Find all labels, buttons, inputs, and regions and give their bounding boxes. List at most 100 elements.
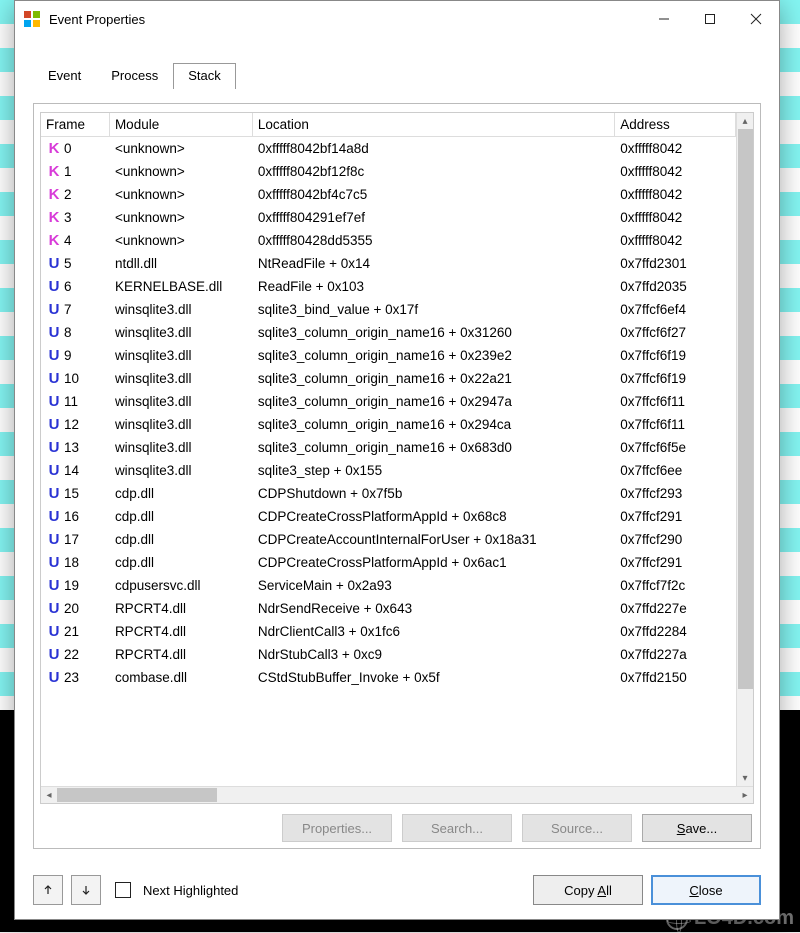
vscroll-thumb[interactable]: [738, 129, 753, 689]
frame-number: 2: [64, 187, 72, 202]
cell-module: winsqlite3.dll: [109, 436, 252, 459]
save-button[interactable]: Save...: [642, 814, 752, 842]
col-location[interactable]: Location: [252, 113, 614, 137]
maximize-button[interactable]: [687, 3, 733, 35]
cell-address: 0x7ffd227a: [615, 643, 736, 666]
frame-number: 7: [64, 302, 72, 317]
user-mode-icon: U: [46, 669, 62, 686]
table-row[interactable]: U23combase.dllCStdStubBuffer_Invoke + 0x…: [41, 666, 736, 689]
table-row[interactable]: U14winsqlite3.dllsqlite3_step + 0x1550x7…: [41, 459, 736, 482]
cell-module: cdp.dll: [109, 528, 252, 551]
hscroll-thumb[interactable]: [57, 788, 217, 802]
table-row[interactable]: U16cdp.dllCDPCreateCrossPlatformAppId + …: [41, 505, 736, 528]
user-mode-icon: U: [46, 531, 62, 548]
cell-module: <unknown>: [109, 137, 252, 161]
table-row[interactable]: U12winsqlite3.dllsqlite3_column_origin_n…: [41, 413, 736, 436]
frame-number: 17: [64, 532, 79, 547]
table-row[interactable]: U17cdp.dllCDPCreateAccountInternalForUse…: [41, 528, 736, 551]
minimize-button[interactable]: [641, 3, 687, 35]
tab-event[interactable]: Event: [33, 63, 96, 89]
kernel-mode-icon: K: [46, 232, 62, 249]
cell-module: cdp.dll: [109, 505, 252, 528]
user-mode-icon: U: [46, 485, 62, 502]
table-row[interactable]: U21RPCRT4.dllNdrClientCall3 + 0x1fc60x7f…: [41, 620, 736, 643]
table-row[interactable]: K2<unknown>0xfffff8042bf4c7c50xfffff8042: [41, 183, 736, 206]
cell-address: 0x7ffcf291: [615, 505, 736, 528]
next-highlighted-checkbox[interactable]: [115, 882, 131, 898]
col-module[interactable]: Module: [109, 113, 252, 137]
cell-address: 0xfffff8042: [615, 229, 736, 252]
window-controls: [641, 3, 779, 35]
scroll-up-icon[interactable]: ▴: [737, 113, 753, 129]
table-row[interactable]: U19cdpusersvc.dllServiceMain + 0x2a930x7…: [41, 574, 736, 597]
properties-button[interactable]: Properties...: [282, 814, 392, 842]
tab-stack[interactable]: Stack: [173, 63, 236, 89]
table-row[interactable]: U10winsqlite3.dllsqlite3_column_origin_n…: [41, 367, 736, 390]
frame-number: 21: [64, 624, 79, 639]
cell-address: 0x7ffcf6f27: [615, 321, 736, 344]
table-row[interactable]: U13winsqlite3.dllsqlite3_column_origin_n…: [41, 436, 736, 459]
table-row[interactable]: U6KERNELBASE.dllReadFile + 0x1030x7ffd20…: [41, 275, 736, 298]
stack-panel: Frame Module Location Address K0<unknown…: [33, 103, 761, 849]
scroll-right-icon[interactable]: ▸: [737, 787, 753, 803]
cell-address: 0x7ffcf7f2c: [615, 574, 736, 597]
cell-module: RPCRT4.dll: [109, 597, 252, 620]
user-mode-icon: U: [46, 255, 62, 272]
cell-address: 0x7ffcf293: [615, 482, 736, 505]
next-event-button[interactable]: [71, 875, 101, 905]
window-title: Event Properties: [49, 12, 145, 27]
cell-address: 0x7ffd2035: [615, 275, 736, 298]
cell-module: <unknown>: [109, 206, 252, 229]
cell-address: 0x7ffcf6f19: [615, 344, 736, 367]
horizontal-scrollbar[interactable]: ◂ ▸: [41, 786, 753, 803]
cell-address: 0x7ffcf6f5e: [615, 436, 736, 459]
cell-module: winsqlite3.dll: [109, 321, 252, 344]
copy-all-button[interactable]: Copy All: [533, 875, 643, 905]
frame-number: 8: [64, 325, 72, 340]
table-row[interactable]: U15cdp.dllCDPShutdown + 0x7f5b0x7ffcf293: [41, 482, 736, 505]
prev-event-button[interactable]: [33, 875, 63, 905]
cell-location: 0xfffff8042bf14a8d: [252, 137, 614, 161]
table-row[interactable]: U20RPCRT4.dllNdrSendReceive + 0x6430x7ff…: [41, 597, 736, 620]
table-row[interactable]: K3<unknown>0xfffff804291ef7ef0xfffff8042: [41, 206, 736, 229]
table-row[interactable]: U11winsqlite3.dllsqlite3_column_origin_n…: [41, 390, 736, 413]
table-row[interactable]: U9winsqlite3.dllsqlite3_column_origin_na…: [41, 344, 736, 367]
cell-location: sqlite3_column_origin_name16 + 0x294ca: [252, 413, 614, 436]
stack-table[interactable]: Frame Module Location Address K0<unknown…: [41, 113, 736, 689]
cell-module: winsqlite3.dll: [109, 298, 252, 321]
table-row[interactable]: U8winsqlite3.dllsqlite3_column_origin_na…: [41, 321, 736, 344]
stack-button-row: Properties... Search... Source... Save..…: [40, 804, 754, 842]
scroll-left-icon[interactable]: ◂: [41, 787, 57, 803]
kernel-mode-icon: K: [46, 186, 62, 203]
table-header-row[interactable]: Frame Module Location Address: [41, 113, 736, 137]
table-row[interactable]: K0<unknown>0xfffff8042bf14a8d0xfffff8042: [41, 137, 736, 161]
user-mode-icon: U: [46, 554, 62, 571]
close-button[interactable]: Close: [651, 875, 761, 905]
kernel-mode-icon: K: [46, 163, 62, 180]
cell-address: 0x7ffd227e: [615, 597, 736, 620]
cell-location: sqlite3_column_origin_name16 + 0x22a21: [252, 367, 614, 390]
table-row[interactable]: U5ntdll.dllNtReadFile + 0x140x7ffd2301: [41, 252, 736, 275]
frame-number: 10: [64, 371, 79, 386]
tab-process[interactable]: Process: [96, 63, 173, 89]
vertical-scrollbar[interactable]: ▴ ▾: [736, 113, 753, 786]
search-button[interactable]: Search...: [402, 814, 512, 842]
cell-module: ntdll.dll: [109, 252, 252, 275]
col-frame[interactable]: Frame: [41, 113, 109, 137]
source-button[interactable]: Source...: [522, 814, 632, 842]
cell-module: cdp.dll: [109, 551, 252, 574]
col-address[interactable]: Address: [615, 113, 736, 137]
cell-module: KERNELBASE.dll: [109, 275, 252, 298]
user-mode-icon: U: [46, 347, 62, 364]
table-row[interactable]: U7winsqlite3.dllsqlite3_bind_value + 0x1…: [41, 298, 736, 321]
cell-module: winsqlite3.dll: [109, 413, 252, 436]
table-row[interactable]: U18cdp.dllCDPCreateCrossPlatformAppId + …: [41, 551, 736, 574]
cell-location: NdrSendReceive + 0x643: [252, 597, 614, 620]
user-mode-icon: U: [46, 278, 62, 295]
scroll-down-icon[interactable]: ▾: [737, 770, 753, 786]
table-row[interactable]: K4<unknown>0xfffff80428dd53550xfffff8042: [41, 229, 736, 252]
bottom-bar: Next Highlighted Copy All Close: [15, 863, 779, 919]
table-row[interactable]: K1<unknown>0xfffff8042bf12f8c0xfffff8042: [41, 160, 736, 183]
table-row[interactable]: U22RPCRT4.dllNdrStubCall3 + 0xc90x7ffd22…: [41, 643, 736, 666]
close-window-button[interactable]: [733, 3, 779, 35]
